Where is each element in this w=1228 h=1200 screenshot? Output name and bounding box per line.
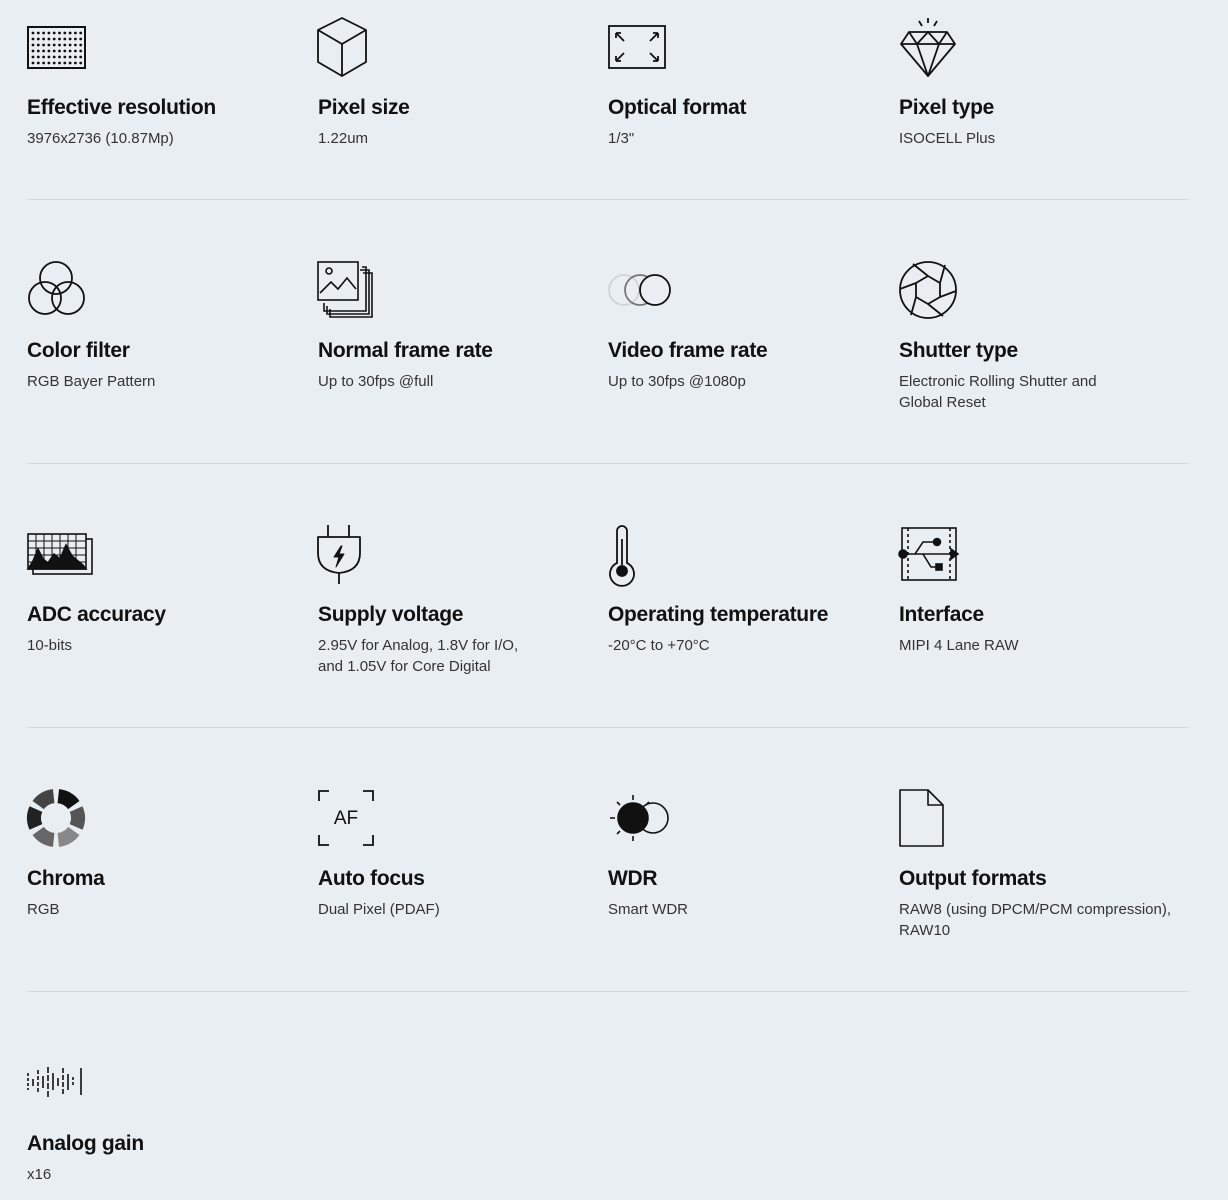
spec-interface: Interface MIPI 4 Lane RAW xyxy=(898,525,1179,654)
spec-analog-gain: Analog gain x16 xyxy=(27,1054,307,1183)
spec-title: Color filter xyxy=(27,339,130,362)
spec-pixel-size: Pixel size 1.22um xyxy=(317,17,598,147)
spec-value: x16 xyxy=(27,1166,52,1183)
spec-video-frame-rate: Video frame rate Up to 30fps @1080p xyxy=(608,261,888,390)
thermometer-icon xyxy=(608,525,672,589)
spec-title: Video frame rate xyxy=(608,339,768,362)
spec-value: MIPI 4 Lane RAW xyxy=(899,637,1019,654)
plug-icon xyxy=(317,525,382,589)
divider xyxy=(28,991,1188,992)
spec-value: RAW8 (using DPCM/PCM compression), RAW10 xyxy=(899,901,1171,939)
spec-optical-format: Optical format 1/3" xyxy=(608,18,888,147)
spec-value: Smart WDR xyxy=(608,901,688,918)
spec-adc-accuracy: ADC accuracy 10-bits xyxy=(26,525,307,654)
spec-title: Pixel size xyxy=(318,96,410,119)
spec-auto-focus: AF Auto focus Dual Pixel (PDAF) xyxy=(318,789,598,918)
autofocus-icon: AF xyxy=(318,789,382,853)
svg-text:AF: AF xyxy=(334,808,358,829)
spec-value: -20°C to +70°C xyxy=(608,637,710,654)
spec-title: Auto focus xyxy=(318,867,425,890)
stacked-photos-icon xyxy=(317,261,382,325)
spec-value: ISOCELL Plus xyxy=(899,130,996,147)
aperture-icon xyxy=(899,261,963,325)
spec-value: Up to 30fps @full xyxy=(318,373,434,390)
spec-output-formats: Output formats RAW8 (using DPCM/PCM comp… xyxy=(899,789,1179,939)
divider xyxy=(28,727,1188,728)
spec-title: Normal frame rate xyxy=(318,339,493,362)
three-circles-icon xyxy=(27,261,91,325)
document-icon xyxy=(899,789,963,853)
spec-title: Pixel type xyxy=(899,96,995,119)
histogram-icon xyxy=(26,525,93,589)
spec-pixel-type: Pixel type ISOCELL Plus xyxy=(899,18,1179,147)
spec-grid: Effective resolution 3976x2736 (10.87Mp)… xyxy=(0,0,1228,1200)
circuit-icon xyxy=(898,525,963,589)
chroma-ring-icon xyxy=(26,789,91,853)
spec-title: Output formats xyxy=(899,867,1047,890)
spec-title: Shutter type xyxy=(899,339,1018,362)
spec-title: Interface xyxy=(899,603,984,626)
overlapping-circles-icon xyxy=(608,261,672,325)
spec-color-filter: Color filter RGB Bayer Pattern xyxy=(27,261,307,390)
divider xyxy=(28,463,1188,464)
expand-frame-icon xyxy=(608,18,672,82)
spec-shutter-type: Shutter type Electronic Rolling Shutter … xyxy=(899,261,1179,411)
waveform-icon xyxy=(27,1054,91,1118)
spec-title: Effective resolution xyxy=(27,96,216,119)
spec-chroma: Chroma RGB xyxy=(26,789,307,918)
spec-value: Up to 30fps @1080p xyxy=(608,373,746,390)
spec-title: WDR xyxy=(608,867,658,890)
divider xyxy=(28,199,1188,200)
spec-title: ADC accuracy xyxy=(27,603,166,626)
spec-title: Chroma xyxy=(27,867,105,890)
spec-wdr: WDR Smart WDR xyxy=(608,789,888,918)
spec-value: RGB Bayer Pattern xyxy=(27,373,156,390)
spec-operating-temperature: Operating temperature -20°C to +70°C xyxy=(608,525,888,654)
spec-value: 10-bits xyxy=(27,637,73,654)
sun-circle-icon xyxy=(608,789,672,853)
spec-normal-frame-rate: Normal frame rate Up to 30fps @full xyxy=(317,261,598,390)
spec-effective-resolution: Effective resolution 3976x2736 (10.87Mp) xyxy=(27,18,307,147)
spec-title: Supply voltage xyxy=(318,603,464,626)
cube-icon xyxy=(317,17,382,82)
spec-value: 3976x2736 (10.87Mp) xyxy=(27,130,174,147)
spec-value: 1/3" xyxy=(608,130,635,147)
diamond-icon xyxy=(899,18,963,82)
spec-value: 1.22um xyxy=(318,130,369,147)
dot-grid-icon xyxy=(27,18,91,82)
spec-value: Electronic Rolling Shutter and Global Re… xyxy=(899,373,1097,411)
spec-title: Operating temperature xyxy=(608,603,829,626)
spec-value: RGB xyxy=(27,901,60,918)
spec-title: Analog gain xyxy=(27,1132,144,1155)
spec-value: 2.95V for Analog, 1.8V for I/O, and 1.05… xyxy=(318,637,519,675)
spec-title: Optical format xyxy=(608,96,747,119)
spec-supply-voltage: Supply voltage 2.95V for Analog, 1.8V fo… xyxy=(317,525,598,675)
spec-value: Dual Pixel (PDAF) xyxy=(318,901,440,918)
